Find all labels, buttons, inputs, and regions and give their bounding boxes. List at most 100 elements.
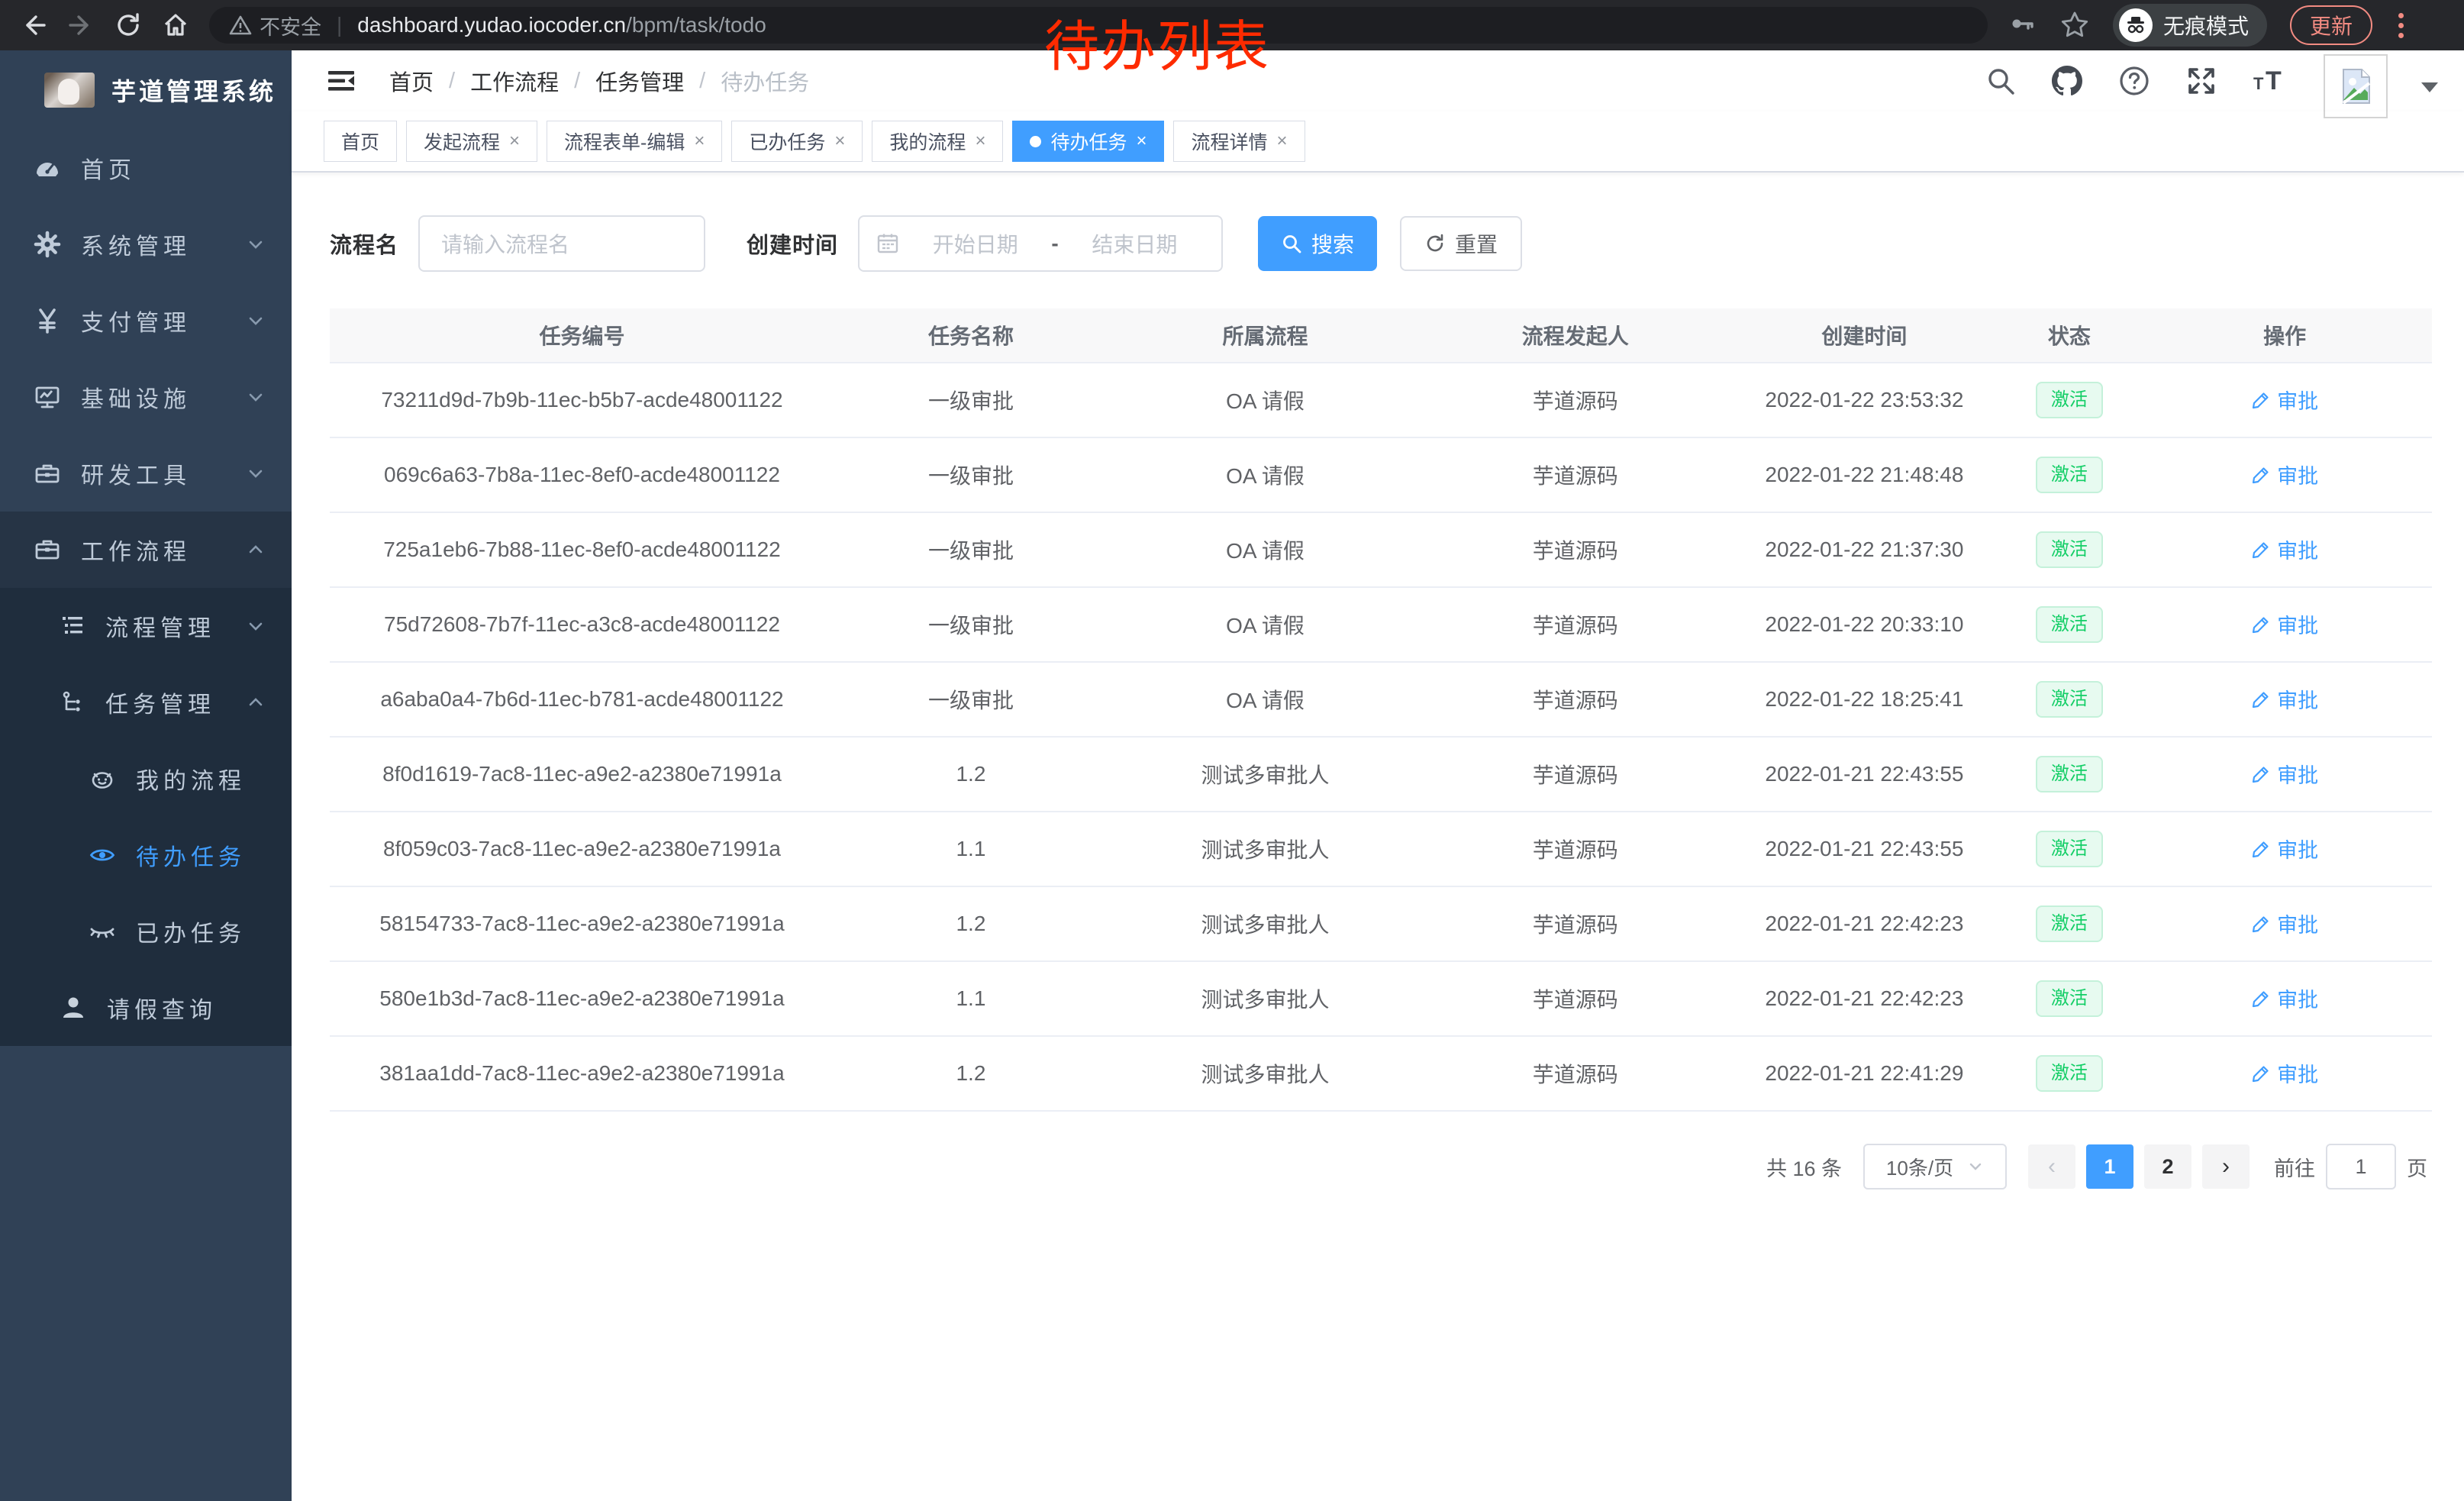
- table-row: 580e1b3d-7ac8-11ec-a9e2-a2380e71991a 1.1…: [330, 960, 2432, 1035]
- user-avatar-broken-image[interactable]: [2324, 54, 2388, 118]
- edit-pen-icon: [2251, 1064, 2271, 1083]
- cell-process: OA 请假: [1108, 609, 1423, 640]
- close-icon[interactable]: ×: [834, 131, 845, 152]
- reset-button[interactable]: 重置: [1400, 216, 1522, 271]
- breadcrumb-workflow[interactable]: 工作流程: [470, 65, 559, 97]
- search-button[interactable]: 搜索: [1258, 216, 1377, 271]
- workflow-submenu: 流程管理 任务管理 我的流程 待办任务 已办: [0, 588, 292, 1046]
- reload-icon[interactable]: [114, 11, 142, 39]
- table-row: 73211d9d-7b9b-11ec-b5b7-acde48001122 一级审…: [330, 362, 2432, 437]
- sidebar-item-my-process[interactable]: 我的流程: [0, 741, 292, 817]
- avatar-dropdown-caret[interactable]: [2421, 82, 2438, 92]
- incognito-label: 无痕模式: [2163, 10, 2249, 40]
- cell-initiator: 芋道源码: [1423, 1058, 1727, 1089]
- edit-pen-icon: [2251, 764, 2271, 784]
- robot-face-icon: [89, 765, 116, 792]
- cell-status: 激活: [2001, 606, 2137, 643]
- view-tab[interactable]: 已办任务 ×: [731, 121, 863, 162]
- cell-task-id: 75d72608-7b7f-11ec-a3c8-acde48001122: [330, 612, 834, 637]
- view-tab[interactable]: 我的流程 ×: [872, 121, 1003, 162]
- approve-link[interactable]: 审批: [2251, 609, 2318, 639]
- status-badge: 激活: [2036, 756, 2103, 792]
- breadcrumb-home[interactable]: 首页: [389, 65, 434, 97]
- approve-link[interactable]: 审批: [2251, 460, 2318, 489]
- col-created: 创建时间: [1727, 320, 2001, 350]
- sidebar-item-payment[interactable]: 支付管理: [0, 282, 292, 359]
- approve-link[interactable]: 审批: [2251, 684, 2318, 714]
- view-tab[interactable]: 流程详情 ×: [1173, 121, 1305, 162]
- cell-status: 激活: [2001, 531, 2137, 568]
- cell-task-name: 1.2: [834, 912, 1108, 936]
- cell-task-name: 一级审批: [834, 609, 1108, 640]
- close-icon[interactable]: ×: [509, 131, 520, 152]
- approve-link[interactable]: 审批: [2251, 1058, 2318, 1088]
- view-tab[interactable]: 流程表单-编辑 ×: [547, 121, 722, 162]
- sidebar-item-todo-task[interactable]: 待办任务: [0, 817, 292, 893]
- tags-view-bar: 首页 发起流程 × 流程表单-编辑 × 已办任务: [292, 111, 2464, 173]
- sidebar-item-devtool[interactable]: 研发工具: [0, 435, 292, 512]
- cell-created: 2022-01-22 21:48:48: [1727, 463, 2001, 487]
- page-number-button[interactable]: 2: [2144, 1144, 2191, 1189]
- prev-page-button[interactable]: ‹: [2028, 1144, 2075, 1189]
- incognito-badge[interactable]: 无痕模式: [2113, 4, 2267, 47]
- back-icon[interactable]: [20, 11, 47, 39]
- edit-pen-icon: [2251, 465, 2271, 485]
- cell-actions: 审批: [2137, 983, 2432, 1014]
- page-number-button[interactable]: 1: [2086, 1144, 2133, 1189]
- cell-task-id: 381aa1dd-7ac8-11ec-a9e2-a2380e71991a: [330, 1061, 834, 1086]
- sidebar-item-system[interactable]: 系统管理: [0, 206, 292, 282]
- search-icon[interactable]: [1985, 65, 2017, 97]
- close-icon[interactable]: ×: [694, 131, 705, 152]
- sidebar-item-task-mgmt[interactable]: 任务管理: [0, 664, 292, 741]
- approve-link[interactable]: 审批: [2251, 909, 2318, 938]
- approve-link[interactable]: 审批: [2251, 834, 2318, 863]
- app-logo[interactable]: 芋道管理系统: [0, 50, 292, 130]
- browser-menu-icon[interactable]: [2395, 10, 2407, 41]
- password-key-icon[interactable]: [2008, 11, 2037, 40]
- cell-created: 2022-01-21 22:42:23: [1727, 986, 2001, 1011]
- date-range-input[interactable]: 开始日期 - 结束日期: [858, 215, 1223, 272]
- approve-link[interactable]: 审批: [2251, 759, 2318, 789]
- page-url[interactable]: dashboard.yudao.iocoder.cn/bpm/task/todo: [357, 13, 766, 37]
- cell-initiator: 芋道源码: [1423, 684, 1727, 715]
- close-icon[interactable]: ×: [975, 131, 985, 152]
- collapse-sidebar-icon[interactable]: [324, 66, 359, 96]
- cell-task-name: 一级审批: [834, 684, 1108, 715]
- status-badge: 激活: [2036, 382, 2103, 418]
- close-icon[interactable]: ×: [1136, 131, 1147, 152]
- incognito-icon: [2124, 14, 2147, 37]
- page-size-select[interactable]: 10条/页: [1863, 1144, 2007, 1190]
- github-icon[interactable]: [2050, 64, 2084, 98]
- next-page-button[interactable]: ›: [2202, 1144, 2250, 1189]
- help-icon[interactable]: [2117, 64, 2151, 98]
- approve-link[interactable]: 审批: [2251, 534, 2318, 564]
- view-tab[interactable]: 发起流程 ×: [406, 121, 537, 162]
- sidebar-item-leave-query[interactable]: 请假查询: [0, 970, 292, 1046]
- approve-link[interactable]: 审批: [2251, 385, 2318, 415]
- update-button[interactable]: 更新: [2290, 5, 2372, 45]
- browser-actions: 无痕模式 更新: [2008, 4, 2407, 47]
- not-secure-warning[interactable]: 不安全: [229, 11, 321, 40]
- home-icon[interactable]: [162, 11, 189, 39]
- sidebar-item-workflow[interactable]: 工作流程: [0, 512, 292, 588]
- status-badge: 激活: [2036, 531, 2103, 568]
- url-separator: |: [332, 13, 347, 37]
- fullscreen-icon[interactable]: [2185, 64, 2218, 98]
- sidebar-item-home[interactable]: 首页: [0, 130, 292, 206]
- approve-link[interactable]: 审批: [2251, 983, 2318, 1013]
- close-icon[interactable]: ×: [1277, 131, 1288, 152]
- cell-task-name: 一级审批: [834, 385, 1108, 415]
- view-tab[interactable]: 首页: [324, 121, 397, 162]
- sidebar-item-process-mgmt[interactable]: 流程管理: [0, 588, 292, 664]
- breadcrumb-task-mgmt[interactable]: 任务管理: [595, 65, 684, 97]
- cell-actions: 审批: [2137, 534, 2432, 565]
- font-size-icon[interactable]: TT: [2252, 64, 2290, 98]
- goto-page-input[interactable]: 1: [2326, 1144, 2396, 1190]
- view-tab[interactable]: 待办任务 ×: [1012, 121, 1164, 162]
- sidebar-item-done-task[interactable]: 已办任务: [0, 893, 292, 970]
- bookmark-star-icon[interactable]: [2059, 10, 2090, 40]
- sidebar-item-infra[interactable]: 基础设施: [0, 359, 292, 435]
- process-name-input[interactable]: 请输入流程名: [418, 215, 705, 272]
- forward-icon[interactable]: [67, 11, 95, 39]
- search-icon: [1281, 233, 1302, 254]
